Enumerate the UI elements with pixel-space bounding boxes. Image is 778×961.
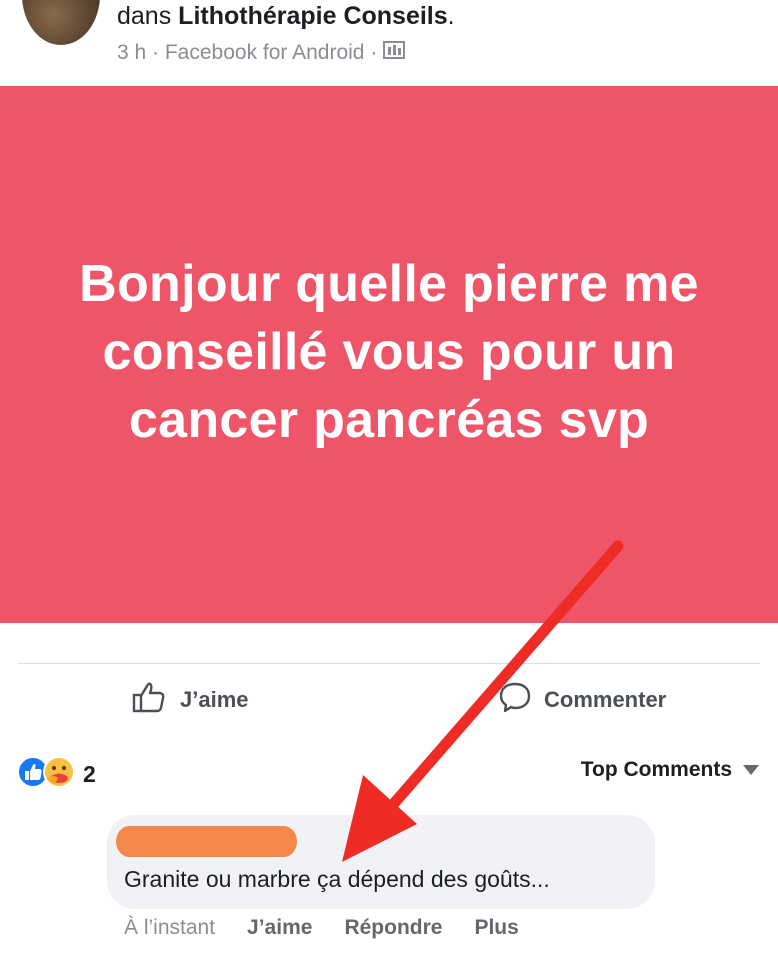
group-prefix: dans <box>117 2 179 30</box>
group-members-icon <box>383 40 406 66</box>
comment-like-button[interactable]: J’aime <box>247 916 312 940</box>
post-text-line: Bonjour quelle pierre me <box>79 255 699 313</box>
comment-timestamp: À l’instant <box>124 916 216 939</box>
comment-label: Commenter <box>544 687 667 712</box>
comments-filter-label: Top Comments <box>580 758 732 781</box>
group-suffix: . <box>447 2 455 30</box>
comment-bubble-icon <box>498 680 532 720</box>
post-text: Bonjour quelle pierre me conseillé vous … <box>30 250 748 454</box>
reaction-count: 2 <box>83 761 96 787</box>
post-meta-text: 3 h · Facebook for Android · <box>117 41 378 64</box>
comment-text: Granite ou marbre ça dépend des goûts... <box>124 866 550 892</box>
comment-button[interactable]: Commenter <box>498 680 666 720</box>
like-button[interactable]: J’aime <box>132 680 249 720</box>
comment-actions: À l’instant J’aime Répondre Plus <box>124 916 551 940</box>
reactions-summary[interactable]: 2 <box>17 756 96 793</box>
thumbs-up-icon <box>132 680 166 720</box>
post-meta: 3 h · Facebook for Android · <box>117 40 406 66</box>
author-avatar[interactable] <box>22 0 100 45</box>
post-group-line: dans Lithothérapie Conseils. <box>117 2 455 31</box>
like-label: J’aime <box>180 687 249 712</box>
redacted-author-name <box>116 826 297 857</box>
post-text-line: cancer pancréas svp <box>128 391 650 449</box>
comments-filter-dropdown[interactable]: Top Comments <box>581 758 760 782</box>
care-reaction-icon <box>43 756 75 793</box>
comment-reply-button[interactable]: Répondre <box>344 916 442 940</box>
divider <box>18 663 760 664</box>
comment-more-button[interactable]: Plus <box>474 916 518 940</box>
post-text-line: conseillé vous pour un <box>102 323 676 381</box>
group-name-link[interactable]: Lithothérapie Conseils <box>178 2 447 30</box>
caret-down-icon <box>742 758 760 782</box>
